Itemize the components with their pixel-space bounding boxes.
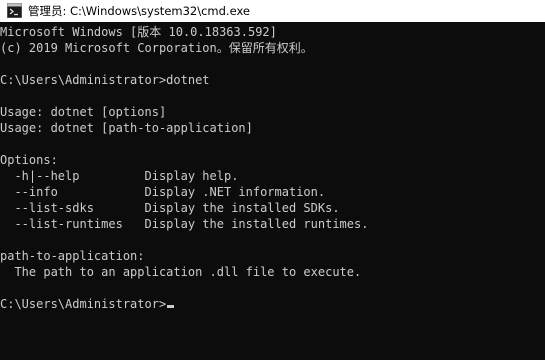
prompt-text: C:\Users\Administrator> (0, 297, 167, 311)
console-line: --list-runtimes Display the installed ru… (0, 217, 369, 231)
console-output[interactable]: Microsoft Windows [版本 10.0.18363.592] (c… (0, 22, 545, 360)
console-line: Microsoft Windows [版本 10.0.18363.592] (0, 25, 277, 39)
window-title: 管理员: C:\Windows\system32\cmd.exe (28, 4, 250, 18)
cmd-app-icon (7, 3, 22, 18)
console-line: Options: (0, 153, 58, 167)
console-line: Usage: dotnet [options] (0, 105, 167, 119)
console-line: C:\Users\Administrator>dotnet (0, 73, 210, 87)
console-line: (c) 2019 Microsoft Corporation。保留所有权利。 (0, 41, 313, 55)
title-bar[interactable]: 管理员: C:\Windows\system32\cmd.exe (0, 0, 545, 22)
command-prompt[interactable]: C:\Users\Administrator> (0, 296, 175, 312)
cmd-window: 管理员: C:\Windows\system32\cmd.exe Microso… (0, 0, 545, 360)
console-line: Usage: dotnet [path-to-application] (0, 121, 253, 135)
console-line: --info Display .NET information. (0, 185, 326, 199)
console-line: The path to an application .dll file to … (0, 265, 362, 279)
console-line: path-to-application: (0, 249, 145, 263)
console-line: -h|--help Display help. (0, 169, 239, 183)
console-line: --list-sdks Display the installed SDKs. (0, 201, 340, 215)
text-cursor (167, 305, 175, 308)
